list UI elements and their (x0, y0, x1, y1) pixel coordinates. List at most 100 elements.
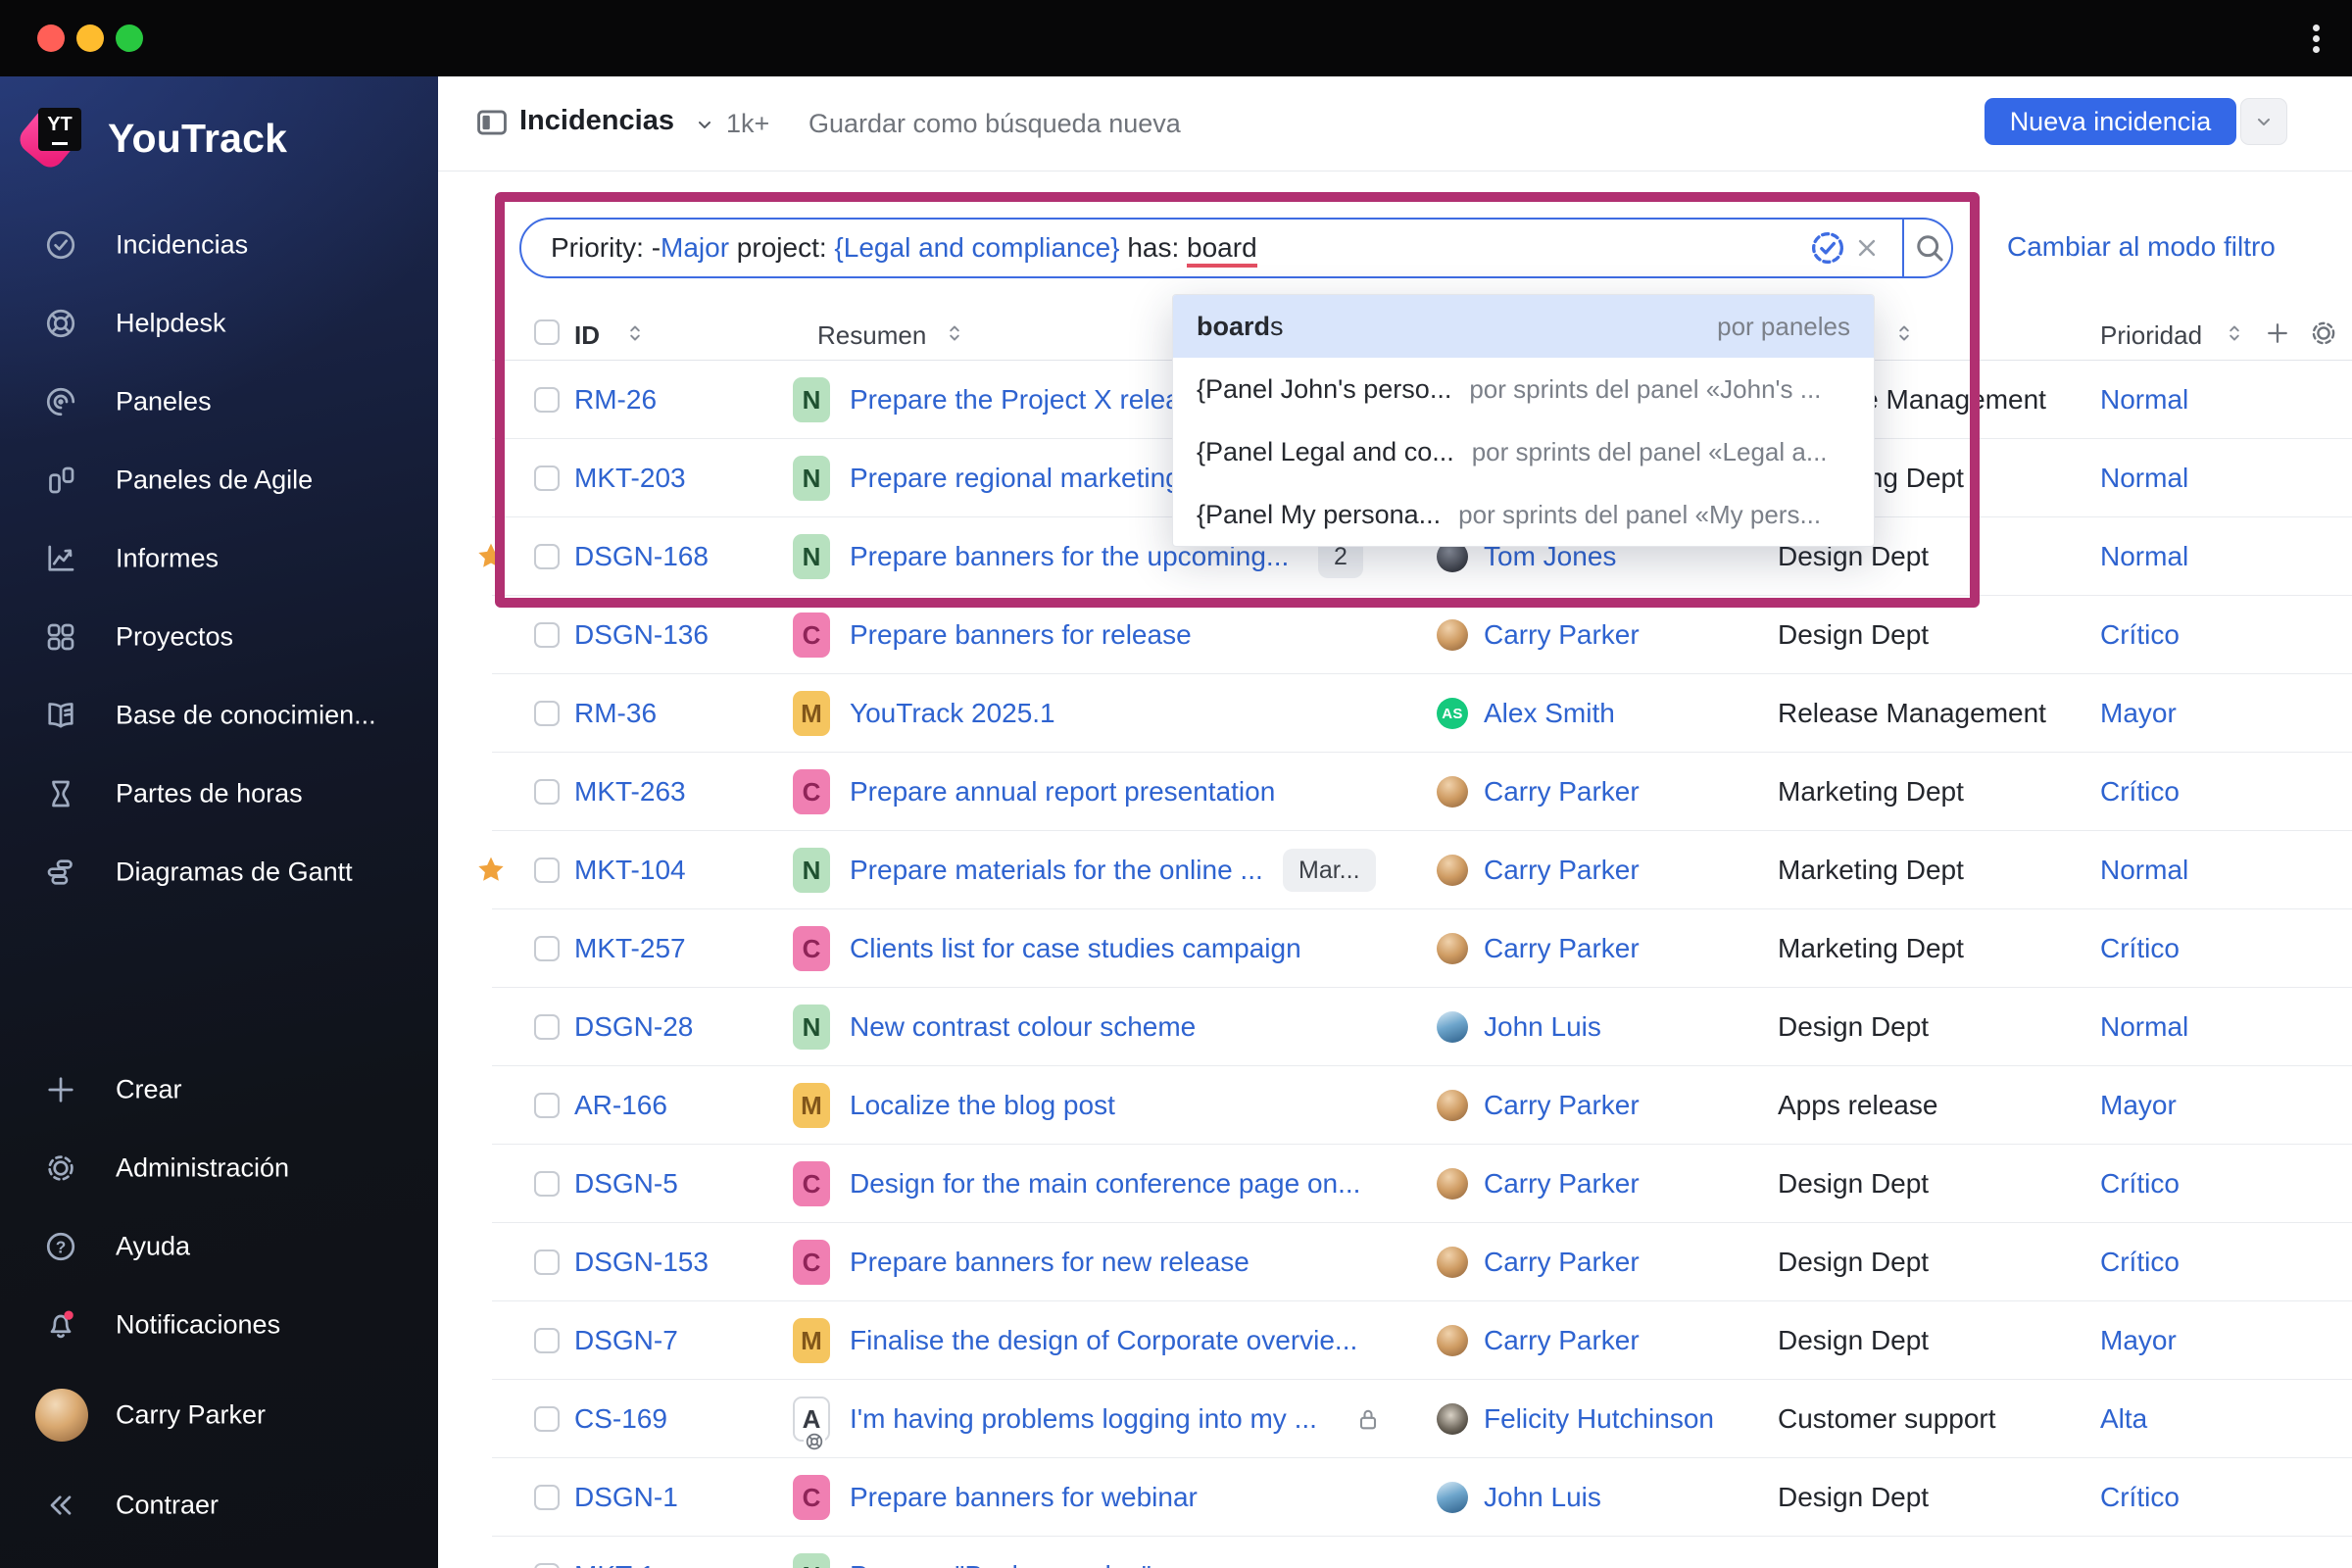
issue-summary-link[interactable]: Prepare annual report presentation (850, 753, 1275, 831)
sort-icon[interactable] (622, 320, 648, 346)
issue-id-link[interactable]: DSGN-153 (574, 1223, 709, 1301)
assignee-link[interactable]: Carry Parker (1484, 1145, 1640, 1223)
row-checkbox[interactable] (534, 1485, 560, 1510)
priority-link[interactable]: Normal (2100, 361, 2188, 439)
autocomplete-item[interactable]: {Panel John's perso... por sprints del pa… (1173, 358, 1874, 420)
issue-id-link[interactable]: RM-26 (574, 361, 657, 439)
youtrack-logo[interactable]: YT YouTrack (14, 103, 287, 173)
priority-link[interactable]: Mayor (2100, 674, 2177, 753)
row-checkbox[interactable] (534, 466, 560, 491)
column-header-priority[interactable]: Prioridad (2100, 320, 2202, 351)
sidebar-item-crear[interactable]: Crear (0, 1051, 438, 1129)
issue-summary-link[interactable]: Prepare regional marketing (850, 439, 1181, 517)
row-checkbox[interactable] (534, 1171, 560, 1197)
assignee-link[interactable]: Felicity Hutchinson (1484, 1380, 1714, 1458)
issue-id-link[interactable]: DSGN-5 (574, 1145, 678, 1223)
row-checkbox[interactable] (534, 858, 560, 883)
priority-link[interactable]: Mayor (2100, 1066, 2177, 1145)
new-issue-dropdown-button[interactable] (2240, 98, 2287, 145)
search-input[interactable]: Priority: -Major project: {Legal and com… (519, 218, 1953, 278)
issue-summary-link[interactable]: Prepare materials for the online ... (850, 831, 1263, 909)
row-checkbox[interactable] (534, 1014, 560, 1040)
priority-link[interactable]: Normal (2100, 517, 2188, 596)
priority-link[interactable]: Crítico (2100, 596, 2180, 674)
sidebar-item-diagramas-de-gantt[interactable]: Diagramas de Gantt (0, 833, 438, 911)
assignee-link[interactable]: Carry Parker (1484, 831, 1640, 909)
row-checkbox[interactable] (534, 544, 560, 569)
issue-id-link[interactable]: DSGN-168 (574, 517, 709, 596)
select-all-checkbox[interactable] (534, 319, 560, 345)
search-icon[interactable] (1912, 230, 1947, 266)
assignee-link[interactable]: Carry Parker (1484, 1301, 1640, 1380)
sidebar-item-carry-parker[interactable]: Carry Parker (0, 1376, 438, 1454)
sort-icon[interactable] (2222, 320, 2247, 346)
autocomplete-item[interactable]: boards por paneles (1173, 295, 1874, 358)
sidebar-item-paneles[interactable]: Paneles (0, 363, 438, 441)
sidebar-item-notificaciones[interactable]: Notificaciones (0, 1286, 438, 1364)
chevron-down-icon[interactable] (693, 113, 716, 136)
issue-id-link[interactable]: DSGN-136 (574, 596, 709, 674)
table-settings-gear-icon[interactable] (2308, 318, 2339, 349)
issue-id-link[interactable]: MKT-263 (574, 753, 686, 831)
issue-summary-link[interactable]: New contrast colour scheme (850, 988, 1196, 1066)
issue-id-link[interactable]: DSGN-7 (574, 1301, 678, 1380)
minimize-button[interactable] (76, 24, 104, 52)
add-column-icon[interactable] (2263, 318, 2292, 348)
row-checkbox[interactable] (534, 701, 560, 726)
column-header-summary[interactable]: Resumen (817, 320, 926, 351)
column-header-id[interactable]: ID (574, 320, 600, 351)
row-checkbox[interactable] (534, 779, 560, 805)
issue-summary-link[interactable]: Finalise the design of Corporate overvie… (850, 1301, 1357, 1380)
priority-link[interactable]: Alta (2100, 1380, 2147, 1458)
row-checkbox[interactable] (534, 1093, 560, 1118)
row-checkbox[interactable] (534, 622, 560, 648)
row-checkbox[interactable] (534, 387, 560, 413)
save-search-link[interactable]: Guardar como búsqueda nueva (808, 109, 1181, 139)
row-checkbox[interactable] (534, 1406, 560, 1432)
assignee-link[interactable]: Alex Smith (1484, 674, 1615, 753)
assignee-link[interactable]: John Luis (1484, 988, 1601, 1066)
issue-summary-link[interactable]: Prepare banners for release (850, 596, 1192, 674)
row-checkbox[interactable] (534, 1328, 560, 1353)
star-icon[interactable] (475, 541, 507, 572)
view-title[interactable]: Incidencias (519, 105, 674, 137)
issue-id-link[interactable]: CS-169 (574, 1380, 667, 1458)
clear-search-icon[interactable] (1852, 233, 1882, 263)
assignee-link[interactable]: Carry Parker (1484, 1066, 1640, 1145)
issue-summary-link[interactable]: Prepare the Project X relea (850, 361, 1181, 439)
close-button[interactable] (37, 24, 65, 52)
sidebar-toggle-icon[interactable] (473, 104, 511, 141)
zoom-button[interactable] (116, 24, 143, 52)
sort-icon[interactable] (1891, 320, 1917, 346)
priority-link[interactable]: Crítico (2100, 1145, 2180, 1223)
autocomplete-item[interactable]: {Panel My persona... por sprints del pane… (1173, 483, 1874, 546)
issue-id-link[interactable]: DSGN-1 (574, 1458, 678, 1537)
assignee-link[interactable]: John Luis (1484, 1458, 1601, 1537)
issue-summary-link[interactable]: Prepare banners for new release (850, 1223, 1250, 1301)
issue-id-link[interactable]: DSGN-28 (574, 988, 693, 1066)
issue-id-link[interactable]: RM-36 (574, 674, 657, 753)
priority-link[interactable]: Normal (2100, 988, 2188, 1066)
sidebar-item-paneles-de-agile[interactable]: Paneles de Agile (0, 441, 438, 519)
issue-summary-link[interactable]: Localize the blog post (850, 1066, 1115, 1145)
new-issue-button[interactable]: Nueva incidencia (1984, 98, 2236, 145)
ai-assist-icon[interactable] (1808, 228, 1847, 268)
kebab-menu-icon[interactable] (2309, 21, 2323, 60)
sidebar-item-incidencias[interactable]: Incidencias (0, 206, 438, 284)
tag-chip[interactable]: Mar... (1283, 849, 1376, 892)
sidebar-item-helpdesk[interactable]: Helpdesk (0, 284, 438, 363)
sidebar-item-proyectos[interactable]: Proyectos (0, 598, 438, 676)
issue-summary-link[interactable]: Prepare banners for webinar (850, 1458, 1198, 1537)
priority-link[interactable]: Crítico (2100, 1458, 2180, 1537)
priority-link[interactable]: Crítico (2100, 909, 2180, 988)
issue-summary-link[interactable]: Clients list for case studies campaign (850, 909, 1301, 988)
filter-mode-link[interactable]: Cambiar al modo filtro (2007, 231, 2276, 263)
priority-link[interactable]: Normal (2100, 439, 2188, 517)
row-checkbox[interactable] (534, 936, 560, 961)
assignee-link[interactable]: Carry Parker (1484, 1223, 1640, 1301)
priority-link[interactable]: Crítico (2100, 753, 2180, 831)
priority-link[interactable]: Crítico (2100, 1223, 2180, 1301)
issue-id-link[interactable]: MKT-104 (574, 831, 686, 909)
row-checkbox[interactable] (534, 1250, 560, 1275)
assignee-link[interactable]: Carry Parker (1484, 909, 1640, 988)
